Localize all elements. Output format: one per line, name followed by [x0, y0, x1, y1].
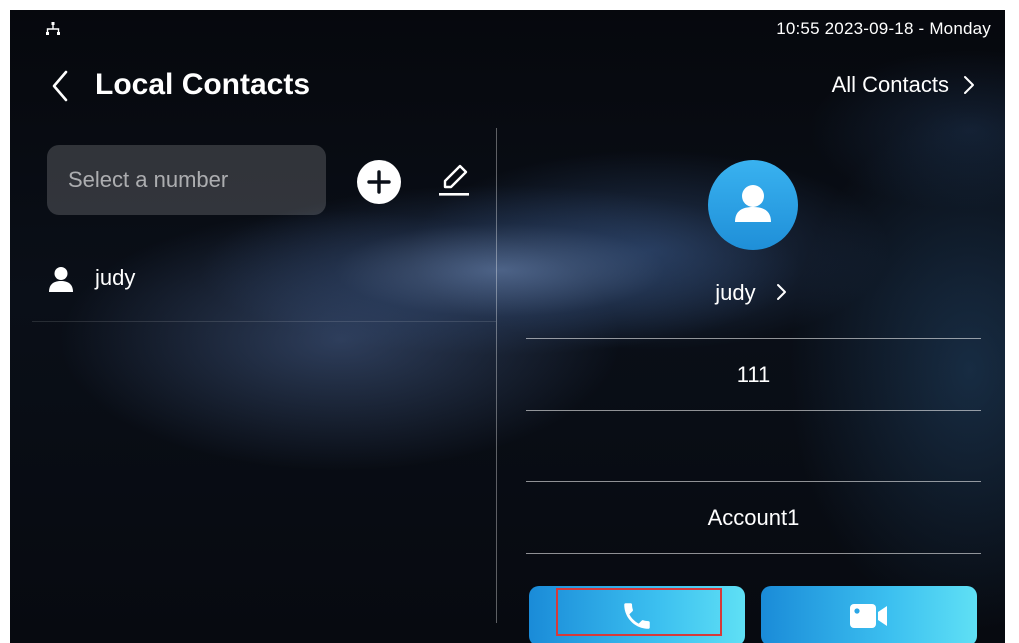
chevron-right-icon: [776, 284, 786, 300]
chevron-right-icon: [964, 76, 974, 94]
pencil-icon: [439, 164, 469, 196]
video-call-button[interactable]: [761, 586, 977, 643]
network-icon: [46, 22, 60, 35]
video-camera-icon: [850, 604, 887, 628]
contact-name: judy: [95, 265, 136, 290]
divider: [526, 481, 981, 482]
divider: [526, 553, 981, 554]
person-icon: [735, 185, 771, 222]
screen: 10:55 2023-09-18 - Monday Local Contacts…: [10, 10, 1005, 643]
edit-contacts-button[interactable]: [436, 160, 472, 200]
divider: [526, 410, 981, 411]
panel-divider: [496, 128, 497, 623]
person-icon: [49, 267, 73, 292]
phone-icon: [624, 603, 650, 629]
contact-number: 111: [736, 362, 771, 387]
all-contacts-label: All Contacts: [831, 72, 949, 97]
divider: [526, 338, 981, 339]
back-button[interactable]: [46, 68, 76, 104]
status-clock: 10:55 2023-09-18 - Monday: [776, 19, 991, 38]
contact-account: Account1: [707, 505, 800, 530]
plus-circle-icon: [367, 170, 391, 194]
add-contact-button[interactable]: [357, 160, 401, 204]
contact-detail-name: judy: [715, 280, 756, 305]
avatar: [708, 160, 798, 250]
contact-list-item[interactable]: judy: [32, 250, 496, 322]
search-input[interactable]: [47, 145, 326, 215]
all-contacts-button[interactable]: All Contacts: [832, 72, 975, 98]
contact-detail-name-link[interactable]: judy: [570, 280, 933, 306]
page-title: Local Contacts: [95, 68, 311, 101]
audio-call-button[interactable]: [529, 586, 745, 643]
